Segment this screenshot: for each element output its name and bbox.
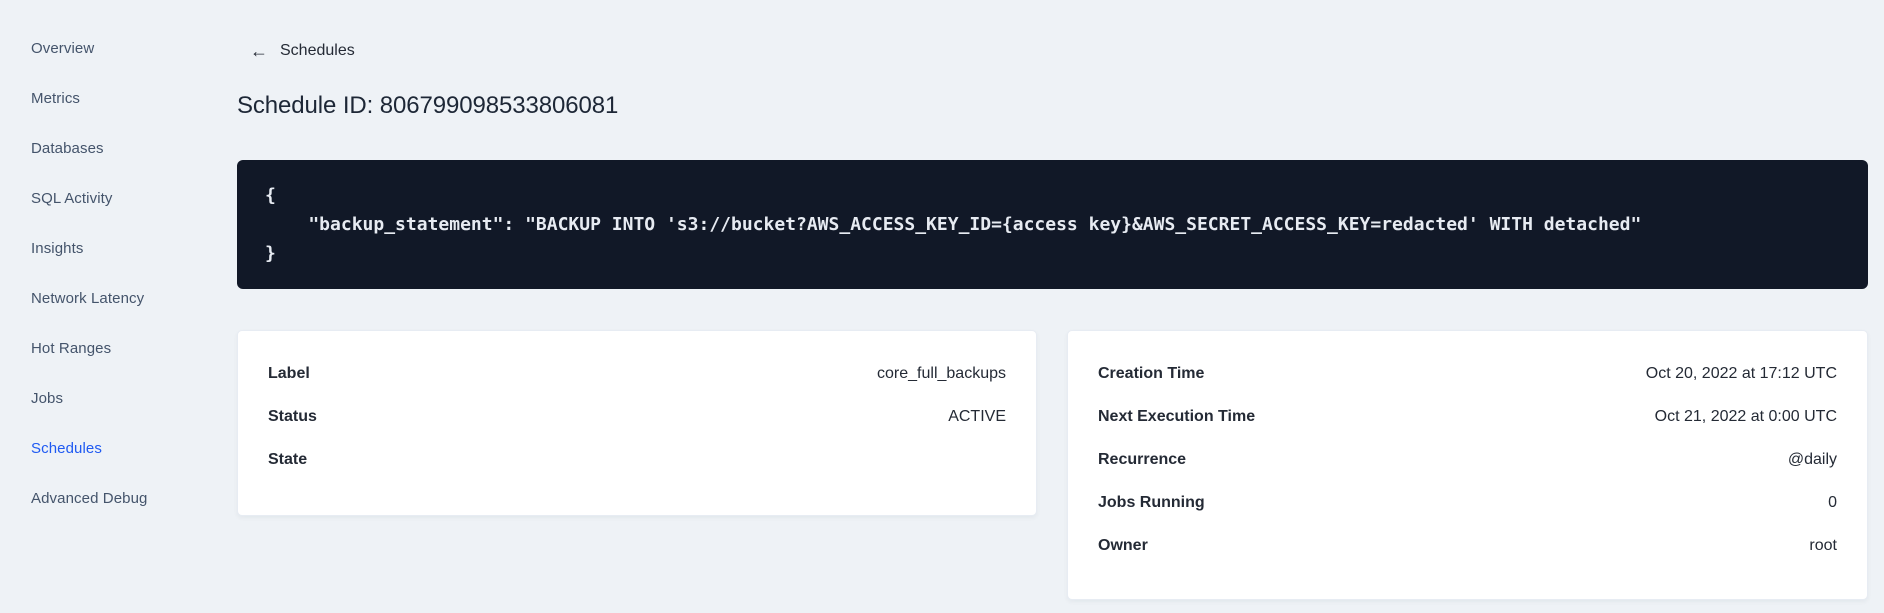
- row-label: Status: [268, 407, 317, 425]
- table-row: Recurrence @daily: [1098, 438, 1837, 481]
- back-arrow-icon: ←: [250, 41, 268, 61]
- row-value: @daily: [1787, 450, 1837, 468]
- table-row: Owner root: [1098, 524, 1837, 567]
- code-line: {: [265, 185, 276, 206]
- table-row: Next Execution Time Oct 21, 2022 at 0:00…: [1098, 395, 1837, 438]
- row-value: 0: [1828, 493, 1837, 511]
- sidebar-item-databases[interactable]: Databases: [31, 123, 237, 173]
- row-label: Recurrence: [1098, 450, 1187, 468]
- code-line: }: [265, 243, 276, 264]
- table-row: State: [268, 438, 1006, 481]
- table-row: Jobs Running 0: [1098, 481, 1837, 524]
- row-value: root: [1809, 536, 1837, 554]
- page-title: Schedule ID: 806799098533806081: [237, 92, 619, 119]
- sidebar-item-overview[interactable]: Overview: [31, 23, 237, 73]
- sidebar-item-advanced-debug[interactable]: Advanced Debug: [31, 473, 237, 523]
- row-label: Label: [268, 364, 310, 382]
- schedule-statement-code-block: { "backup_statement": "BACKUP INTO 's3:/…: [237, 160, 1868, 289]
- back-link-label: Schedules: [280, 42, 355, 59]
- detail-cards: Label core_full_backups Status ACTIVE St…: [237, 330, 1868, 600]
- sidebar-item-jobs[interactable]: Jobs: [31, 373, 237, 423]
- table-row: Status ACTIVE: [268, 395, 1006, 438]
- schedule-summary-card: Label core_full_backups Status ACTIVE St…: [237, 330, 1037, 516]
- row-label: Creation Time: [1098, 364, 1205, 382]
- sidebar-item-schedules[interactable]: Schedules: [31, 423, 237, 473]
- sidebar-item-network-latency[interactable]: Network Latency: [31, 273, 237, 323]
- row-value: Oct 21, 2022 at 0:00 UTC: [1654, 407, 1837, 425]
- page: Overview Metrics Databases SQL Activity …: [0, 0, 1884, 613]
- table-row: Label core_full_backups: [268, 352, 1006, 395]
- schedule-details-card: Creation Time Oct 20, 2022 at 17:12 UTC …: [1067, 330, 1868, 600]
- sidebar-item-sql-activity[interactable]: SQL Activity: [31, 173, 237, 223]
- row-value: Oct 20, 2022 at 17:12 UTC: [1645, 364, 1837, 382]
- main-content: ← Schedules Schedule ID: 806799098533806…: [237, 0, 1884, 613]
- sidebar-item-metrics[interactable]: Metrics: [31, 73, 237, 123]
- sidebar-item-hot-ranges[interactable]: Hot Ranges: [31, 323, 237, 373]
- row-label: State: [268, 450, 308, 468]
- sidebar-item-insights[interactable]: Insights: [31, 223, 237, 273]
- row-label: Jobs Running: [1098, 493, 1205, 511]
- row-value: core_full_backups: [877, 364, 1006, 382]
- sidebar-nav: Overview Metrics Databases SQL Activity …: [0, 0, 237, 613]
- row-label: Owner: [1098, 536, 1148, 554]
- row-label: Next Execution Time: [1098, 407, 1256, 425]
- row-value: ACTIVE: [948, 407, 1006, 425]
- back-to-schedules-link[interactable]: ← Schedules: [250, 42, 355, 60]
- code-line: "backup_statement": "BACKUP INTO 's3://b…: [265, 214, 1642, 235]
- table-row: Creation Time Oct 20, 2022 at 17:12 UTC: [1098, 352, 1837, 395]
